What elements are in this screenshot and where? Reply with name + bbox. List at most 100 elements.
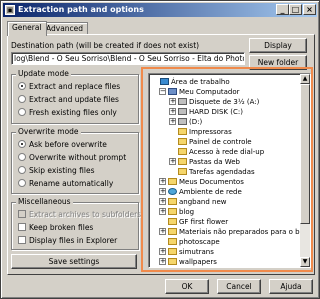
tree-item-label: Acesso à rede dial-up (189, 148, 265, 156)
tree-item[interactable]: + Disquete de 3½ (A:) (169, 97, 259, 107)
tree-item-label: Tarefas agendadas (189, 168, 255, 176)
tree-item-label: Disquete de 3½ (A:) (189, 98, 260, 106)
overwrite-mode-option-2[interactable]: Skip existing files (18, 166, 95, 176)
close-button[interactable]: × (303, 4, 316, 15)
tree-item[interactable]: + Meus Documentos (159, 177, 244, 187)
folder-icon (178, 127, 187, 135)
folder-icon (168, 197, 177, 205)
tree-item-label: Painel de controle (189, 138, 252, 146)
miscellaneous-group: Miscellaneous Extract archives to subfol… (11, 197, 141, 250)
expand-icon[interactable]: + (169, 97, 176, 105)
tree-item[interactable]: Área de trabalho (151, 77, 230, 87)
folder-icon (178, 147, 187, 155)
expand-icon[interactable]: + (159, 257, 166, 265)
help-button[interactable]: Ajuda (269, 279, 313, 294)
overwrite-mode-group: Overwrite mode Ask before overwrite Over… (11, 127, 139, 194)
checkbox-icon (18, 236, 26, 244)
folder-icon (168, 247, 177, 255)
overwrite-mode-option-3[interactable]: Rename automatically (18, 179, 113, 189)
folder-icon (178, 137, 187, 145)
tree-item[interactable]: Impressoras (169, 127, 232, 137)
expand-icon[interactable]: + (169, 117, 176, 125)
folder-icon (168, 237, 177, 245)
desktop-icon (160, 77, 169, 85)
miscellaneous-title: Miscellaneous (16, 197, 73, 206)
tree-scrollbar[interactable]: ▲ ▼ (300, 74, 310, 267)
expand-icon[interactable]: + (169, 157, 176, 165)
tree-item-label: GF first flower (179, 218, 229, 226)
tree-item[interactable]: + Pastas da Web (169, 157, 240, 167)
cancel-button[interactable]: Cancel (217, 279, 261, 294)
scroll-down-icon[interactable]: ▼ (300, 257, 310, 267)
expand-icon[interactable]: + (159, 187, 166, 195)
overwrite-mode-option-1[interactable]: Overwrite without prompt (18, 153, 126, 163)
update-mode-option-0[interactable]: Extract and replace files (18, 82, 120, 92)
tree-item-label: angband new (179, 198, 227, 206)
tab-general[interactable]: General (7, 21, 47, 36)
new-folder-button[interactable]: New folder (249, 55, 307, 70)
tree-item-label: Meu Computador (179, 88, 240, 96)
tree-item[interactable]: + simutrans (159, 247, 214, 257)
folder-icon (168, 207, 177, 215)
expand-icon[interactable]: + (159, 227, 166, 235)
misc-option-extract-subfolders: Extract archives to subfolders (18, 210, 141, 220)
maximize-button[interactable]: □ (289, 4, 302, 15)
misc-option-display-explorer[interactable]: Display files in Explorer (18, 236, 117, 246)
folder-tree[interactable]: Área de trabalho − Meu Computador + Disquete… (148, 73, 311, 268)
tree-item-label: Impressoras (189, 128, 232, 136)
tree-item[interactable]: + Ambiente de rede (159, 187, 242, 197)
tree-item[interactable]: Acesso à rede dial-up (169, 147, 264, 157)
radio-icon (18, 166, 26, 174)
minimize-button[interactable]: _ (276, 4, 289, 15)
tree-item[interactable]: + HARD DISK (C:) (169, 107, 243, 117)
destination-path-input[interactable]: log\Blend - O Seu Sorriso\Blend - O Seu … (11, 52, 245, 65)
misc-option-keep-broken[interactable]: Keep broken files (18, 223, 93, 233)
tree-item[interactable]: + wallpapers (159, 257, 217, 267)
scroll-thumb[interactable] (300, 84, 310, 224)
overwrite-mode-title: Overwrite mode (16, 127, 81, 136)
collapse-icon[interactable]: − (159, 87, 166, 95)
tree-item-label: wallpapers (179, 258, 217, 266)
tree-item[interactable]: photoscape (159, 237, 220, 247)
save-settings-button[interactable]: Save settings (11, 254, 137, 269)
tree-item-label: Ambiente de rede (179, 188, 242, 196)
folder-icon (178, 157, 187, 165)
radio-icon (18, 108, 26, 116)
update-mode-option-1[interactable]: Extract and update files (18, 95, 119, 105)
expand-icon[interactable]: + (159, 207, 166, 215)
tree-item-label: Área de trabalho (171, 78, 230, 86)
tree-item-label: (D:) (189, 118, 203, 126)
tree-item[interactable]: Tarefas agendadas (169, 167, 255, 177)
radio-selected-icon (18, 82, 26, 90)
tree-item-label: Pastas da Web (189, 158, 240, 166)
ok-button[interactable]: OK (165, 279, 209, 294)
tree-item[interactable]: Painel de controle (169, 137, 252, 147)
tree-item-label: blog (179, 208, 195, 216)
radio-icon (18, 153, 26, 161)
tree-item[interactable]: + (D:) (169, 117, 202, 127)
radio-icon (18, 95, 26, 103)
tree-item-label: Materiais não preparados para o blog (179, 228, 311, 236)
expand-icon[interactable]: + (159, 247, 166, 255)
expand-icon[interactable]: + (159, 197, 166, 205)
checkbox-icon (18, 223, 26, 231)
expand-icon[interactable]: + (169, 107, 176, 115)
update-mode-option-2[interactable]: Fresh existing files only (18, 108, 117, 118)
tree-item-label: HARD DISK (C:) (189, 108, 243, 116)
tree-item[interactable]: + blog (159, 207, 194, 217)
overwrite-mode-option-0[interactable]: Ask before overwrite (18, 140, 107, 150)
network-icon (168, 187, 177, 195)
tree-item-label: Meus Documentos (179, 178, 244, 186)
tree-item[interactable]: − Meu Computador (159, 87, 240, 97)
tree-item[interactable]: GF first flower (159, 217, 228, 227)
update-mode-title: Update mode (16, 69, 71, 78)
tree-item[interactable]: + Materiais não preparados para o blog (159, 227, 310, 237)
tree-item[interactable]: + angband new (159, 197, 226, 207)
scroll-up-icon[interactable]: ▲ (300, 74, 310, 84)
display-button[interactable]: Display (249, 38, 307, 53)
expand-icon[interactable]: + (159, 177, 166, 185)
tree-item-label: simutrans (179, 248, 214, 256)
folder-icon (168, 257, 177, 265)
title-bar[interactable]: ▣ Extraction path and options _ □ × (3, 3, 317, 17)
radio-selected-icon (18, 140, 26, 148)
